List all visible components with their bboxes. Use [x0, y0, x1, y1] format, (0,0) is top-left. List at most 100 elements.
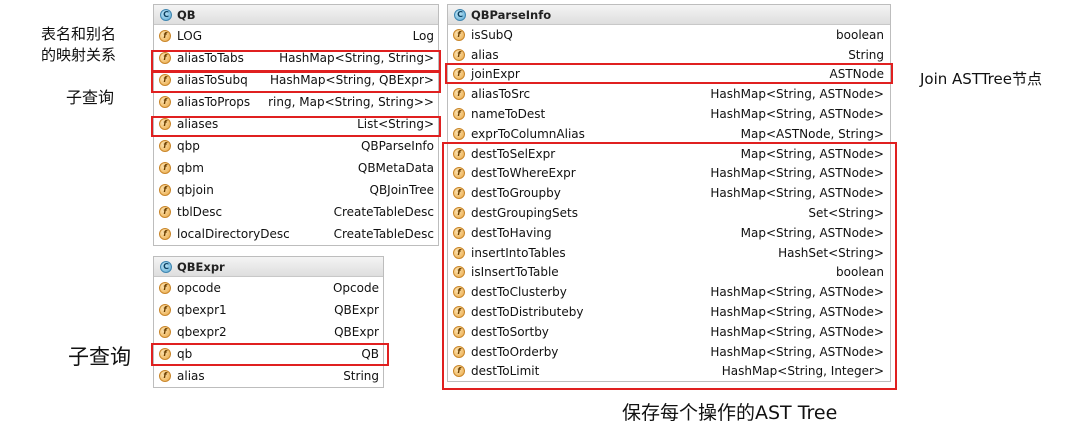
field-icon: f: [453, 48, 465, 61]
field-row-alias[interactable]: f alias String: [154, 365, 383, 387]
field-icon: f: [453, 28, 465, 41]
field-name: destToClusterby: [471, 285, 567, 300]
field-row-desttosortby[interactable]: f destToSortby HashMap<String, ASTNode>: [448, 322, 890, 342]
field-row-isinserttotable[interactable]: f isInsertToTable boolean: [448, 263, 890, 283]
field-type: HashMap<String, ASTNode>: [710, 324, 884, 339]
field-type: HashMap<String, Integer>: [721, 364, 884, 379]
field-icon: f: [159, 74, 171, 86]
field-type: HashMap<String, ASTNode>: [710, 166, 884, 181]
field-icon: f: [453, 207, 465, 220]
field-icon: f: [159, 282, 171, 294]
field-row-aliastosrc[interactable]: f aliasToSrc HashMap<String, ASTNode>: [448, 84, 890, 104]
qb-panel-title: QB: [177, 7, 196, 22]
subquery-note-bottom: 子查询: [68, 345, 131, 369]
field-type: QBJoinTree: [369, 183, 435, 197]
field-row-nametodest[interactable]: f nameToDest HashMap<String, ASTNode>: [448, 104, 890, 124]
field-type: List<String>: [357, 117, 434, 131]
field-type: boolean: [836, 265, 884, 280]
field-row-aliastosubq[interactable]: f aliasToSubq HashMap<String, QBExpr>: [154, 69, 438, 91]
field-icon: f: [453, 167, 465, 180]
field-row-issubq[interactable]: f isSubQ boolean: [448, 25, 890, 45]
field-name: aliasToProps: [177, 95, 251, 109]
field-row-tbldesc[interactable]: f tblDesc CreateTableDesc: [154, 201, 438, 223]
field-name: qb: [177, 347, 193, 361]
field-type: HashMap<String, ASTNode>: [710, 285, 884, 300]
alias-mapping-note: 表名和别名 的映射关系: [41, 24, 116, 66]
field-row-aliases[interactable]: f aliases List<String>: [154, 113, 438, 135]
field-icon: f: [159, 184, 171, 196]
field-row-qbexpr2[interactable]: f qbexpr2 QBExpr: [154, 321, 383, 343]
field-name: opcode: [177, 281, 221, 295]
field-row-desttowhereexpr[interactable]: f destToWhereExpr HashMap<String, ASTNod…: [448, 164, 890, 184]
field-icon: f: [453, 306, 465, 319]
field-icon: f: [453, 345, 465, 358]
qb-panel-header[interactable]: C QB: [154, 5, 438, 25]
field-row-qb[interactable]: f qb QB: [154, 343, 383, 365]
field-name: tblDesc: [177, 205, 223, 219]
field-type: HashMap<String, ASTNode>: [710, 344, 884, 359]
class-icon: C: [454, 8, 466, 21]
field-icon: f: [159, 370, 171, 382]
field-icon: f: [453, 226, 465, 239]
field-icon: f: [453, 147, 465, 160]
field-name: destGroupingSets: [471, 206, 579, 221]
field-name: aliasToSubq: [177, 73, 248, 87]
field-name: qbexpr2: [177, 325, 227, 339]
field-name: aliasToTabs: [177, 51, 244, 65]
field-row-log[interactable]: f LOG Log: [154, 25, 438, 47]
field-name: destToDistributeby: [471, 305, 584, 320]
field-row-exprtocolumnalias[interactable]: f exprToColumnAlias Map<ASTNode, String>: [448, 124, 890, 144]
field-row-aliastoprops[interactable]: f aliasToProps ring, Map<String, String>…: [154, 91, 438, 113]
qb-field-list: f LOG Log f aliasToTabs HashMap<String, …: [154, 25, 438, 245]
field-name: destToSelExpr: [471, 146, 556, 161]
qbexpr-panel-title: QBExpr: [177, 259, 225, 274]
field-type: HashMap<String, ASTNode>: [710, 107, 884, 122]
field-icon: f: [453, 88, 465, 101]
field-type: Set<String>: [808, 206, 884, 221]
field-row-qbp[interactable]: f qbp QBParseInfo: [154, 135, 438, 157]
field-type: Opcode: [332, 281, 379, 295]
field-icon: f: [159, 348, 171, 360]
field-row-qbexpr1[interactable]: f qbexpr1 QBExpr: [154, 299, 383, 321]
field-name: qbp: [177, 139, 200, 153]
field-row-qbjoin[interactable]: f qbjoin QBJoinTree: [154, 179, 438, 201]
field-row-qbm[interactable]: f qbm QBMetaData: [154, 157, 438, 179]
field-type: CreateTableDesc: [333, 227, 434, 241]
field-name: destToWhereExpr: [471, 166, 576, 181]
field-row-desttoselexpr[interactable]: f destToSelExpr Map<String, ASTNode>: [448, 144, 890, 164]
field-row-localdirectorydesc[interactable]: f localDirectoryDesc CreateTableDesc: [154, 223, 438, 245]
qbparseinfo-panel-header[interactable]: C QBParseInfo: [448, 5, 890, 25]
field-name: nameToDest: [471, 107, 546, 122]
qb-class-panel: C QB f LOG Log f aliasToTabs HashMap<Str…: [153, 4, 439, 246]
field-type: HashMap<String, ASTNode>: [710, 87, 884, 102]
field-name: destToSortby: [471, 324, 549, 339]
field-type: QBParseInfo: [360, 139, 434, 153]
save-ast-tree-note: 保存每个操作的AST Tree: [622, 402, 838, 424]
field-row-desttogroupby[interactable]: f destToGroupby HashMap<String, ASTNode>: [448, 183, 890, 203]
field-type: QBExpr: [334, 325, 379, 339]
field-row-desttolimit[interactable]: f destToLimit HashMap<String, Integer>: [448, 362, 890, 382]
field-name: qbjoin: [177, 183, 214, 197]
field-row-desttodistributeby[interactable]: f destToDistributeby HashMap<String, AST…: [448, 302, 890, 322]
qbexpr-panel-header[interactable]: C QBExpr: [154, 257, 383, 277]
qbparseinfo-class-panel: C QBParseInfo f isSubQ boolean f alias S…: [447, 4, 891, 383]
field-row-desttohaving[interactable]: f destToHaving Map<String, ASTNode>: [448, 223, 890, 243]
field-row-destgroupingsets[interactable]: f destGroupingSets Set<String>: [448, 203, 890, 223]
field-row-opcode[interactable]: f opcode Opcode: [154, 277, 383, 299]
field-type: HashMap<String, QBExpr>: [269, 73, 434, 87]
field-type: Map<ASTNode, String>: [740, 126, 884, 141]
field-row-joinexpr[interactable]: f joinExpr ASTNode: [448, 65, 890, 85]
field-row-desttoclusterby[interactable]: f destToClusterby HashMap<String, ASTNod…: [448, 282, 890, 302]
field-row-insertintotables[interactable]: f insertIntoTables HashSet<String>: [448, 243, 890, 263]
field-row-desttoorderby[interactable]: f destToOrderby HashMap<String, ASTNode>: [448, 342, 890, 362]
field-name: destToGroupby: [471, 186, 561, 201]
class-icon: C: [160, 8, 172, 21]
field-row-alias[interactable]: f alias String: [448, 45, 890, 65]
field-row-aliastotabs[interactable]: f aliasToTabs HashMap<String, String>: [154, 47, 438, 69]
field-name: destToOrderby: [471, 344, 559, 359]
field-type: HashMap<String, String>: [279, 51, 434, 65]
field-name: exprToColumnAlias: [471, 126, 585, 141]
field-name: destToHaving: [471, 225, 552, 240]
qbexpr-field-list: f opcode Opcode f qbexpr1 QBExpr f qbexp…: [154, 277, 383, 387]
field-name: qbm: [177, 161, 204, 175]
